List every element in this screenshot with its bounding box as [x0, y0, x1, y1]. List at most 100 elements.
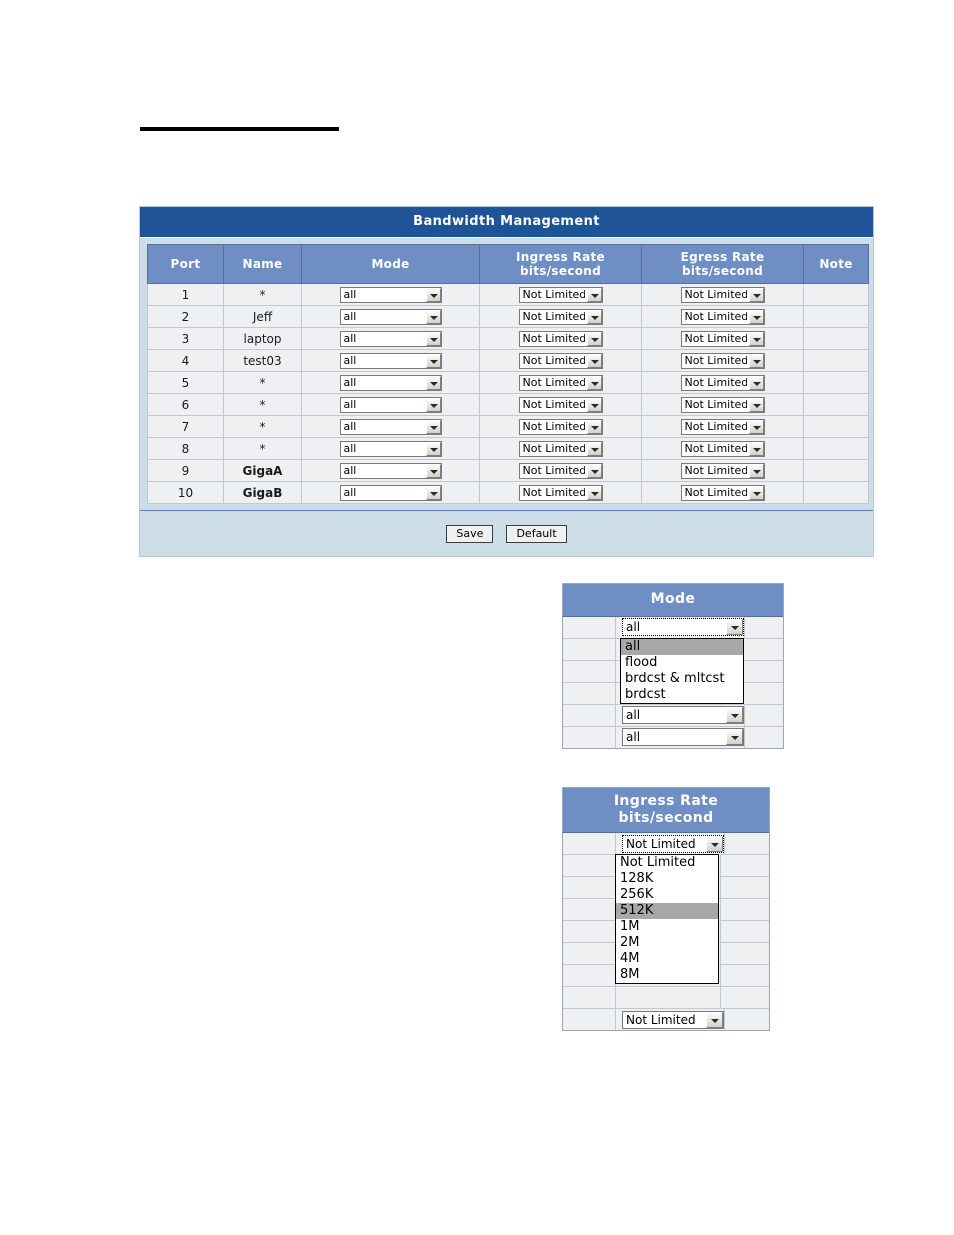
chevron-down-icon[interactable] [586, 463, 602, 478]
chevron-down-icon[interactable] [748, 309, 764, 324]
chevron-down-icon[interactable] [425, 463, 441, 478]
default-button[interactable]: Default [506, 525, 567, 544]
chevron-down-icon[interactable] [748, 287, 764, 302]
chevron-down-icon[interactable] [586, 331, 602, 346]
mode-option-list[interactable]: all flood brdcst & mltcst brdcst [620, 637, 744, 704]
mode-select-row-8[interactable]: all [339, 440, 442, 457]
ingress-select-row-6[interactable]: Not Limited [518, 396, 603, 413]
mode-select-row-3[interactable]: all [339, 330, 442, 347]
chevron-down-icon[interactable] [586, 353, 602, 368]
ingress-select-trailing[interactable]: Not Limited [622, 1010, 724, 1029]
chevron-down-icon[interactable] [425, 397, 441, 412]
chevron-down-icon[interactable] [425, 331, 441, 346]
chevron-down-icon[interactable] [425, 419, 441, 434]
chevron-down-icon[interactable] [748, 441, 764, 456]
chevron-down-icon[interactable] [748, 463, 764, 478]
option-item[interactable]: 512K [616, 903, 718, 920]
chevron-down-icon[interactable] [586, 309, 602, 324]
mode-callout-rows: all all all all flood brdcst & mltcst br… [563, 616, 783, 748]
option-item[interactable]: flood [621, 655, 743, 671]
chevron-down-icon[interactable] [726, 729, 743, 746]
chevron-down-icon[interactable] [706, 1011, 723, 1028]
mode-select-row-7[interactable]: all [339, 418, 442, 435]
chevron-down-icon[interactable] [586, 419, 602, 434]
egress-select-row-3[interactable]: Not Limited [680, 330, 765, 347]
chevron-down-icon[interactable] [748, 419, 764, 434]
egress-select-row-3-value: Not Limited [684, 331, 747, 345]
table-row: 1 * all Not Limited Not Limited [147, 283, 869, 307]
option-item[interactable]: brdcst [621, 687, 743, 703]
egress-select-row-2[interactable]: Not Limited [680, 308, 765, 325]
chevron-down-icon[interactable] [586, 287, 602, 302]
mode-select-row-9[interactable]: all [339, 462, 442, 479]
save-button[interactable]: Save [446, 525, 494, 544]
chevron-down-icon[interactable] [726, 707, 743, 724]
chevron-down-icon[interactable] [748, 485, 764, 500]
cell-note [803, 459, 869, 483]
mode-select-row-5[interactable]: all [339, 374, 442, 391]
egress-select-row-6[interactable]: Not Limited [680, 396, 765, 413]
cell-port: 7 [147, 415, 224, 439]
ingress-select-row-8[interactable]: Not Limited [518, 440, 603, 457]
chevron-down-icon[interactable] [586, 375, 602, 390]
ingress-select-row-2[interactable]: Not Limited [518, 308, 603, 325]
ingress-select-row-10[interactable]: Not Limited [518, 484, 603, 501]
chevron-down-icon[interactable] [425, 485, 441, 500]
cell-name: GigaB [223, 481, 302, 505]
chevron-down-icon[interactable] [726, 619, 743, 636]
chevron-down-icon[interactable] [425, 309, 441, 324]
mode-select-row-4[interactable]: all [339, 352, 442, 369]
ingress-option-list[interactable]: Not Limited 128K 256K 512K 1M 2M 4M 8M [615, 854, 719, 985]
option-item[interactable]: Not Limited [616, 855, 718, 871]
mode-select-row-1[interactable]: all [339, 286, 442, 303]
option-item[interactable]: 4M [616, 951, 718, 967]
ingress-select-open[interactable]: Not Limited [622, 834, 724, 853]
option-item[interactable]: 2M [616, 935, 718, 951]
egress-select-row-8[interactable]: Not Limited [680, 440, 765, 457]
option-item[interactable]: brdcst & mltcst [621, 671, 743, 687]
column-header-mode: Mode [301, 243, 480, 285]
chevron-down-icon[interactable] [748, 353, 764, 368]
chevron-down-icon[interactable] [586, 485, 602, 500]
cell-mode: all [301, 437, 480, 461]
ingress-select-row-9[interactable]: Not Limited [518, 462, 603, 479]
mode-select-trailing[interactable]: all [622, 728, 744, 747]
egress-select-row-9[interactable]: Not Limited [680, 462, 765, 479]
egress-select-row-4[interactable]: Not Limited [680, 352, 765, 369]
ingress-select-row-7[interactable]: Not Limited [518, 418, 603, 435]
egress-select-row-5[interactable]: Not Limited [680, 374, 765, 391]
mode-select-open[interactable]: all [622, 618, 744, 637]
option-item[interactable]: 8M [616, 967, 718, 983]
table-row: 2 Jeff all Not Limited Not Limited [147, 305, 869, 329]
egress-select-row-10[interactable]: Not Limited [680, 484, 765, 501]
egress-select-row-7[interactable]: Not Limited [680, 418, 765, 435]
mode-select-row-6[interactable]: all [339, 396, 442, 413]
ingress-select-row-7-value: Not Limited [522, 419, 585, 433]
table-row: 9 GigaA all Not Limited Not Limited [147, 459, 869, 483]
chevron-down-icon[interactable] [425, 375, 441, 390]
chevron-down-icon[interactable] [425, 441, 441, 456]
chevron-down-icon[interactable] [748, 375, 764, 390]
option-item[interactable]: 128K [616, 871, 718, 887]
mode-select-row-2[interactable]: all [339, 308, 442, 325]
chevron-down-icon[interactable] [748, 331, 764, 346]
table-row: 5 * all Not Limited Not Limited [147, 371, 869, 395]
chevron-down-icon[interactable] [425, 287, 441, 302]
chevron-down-icon[interactable] [586, 441, 602, 456]
ingress-select-row-5[interactable]: Not Limited [518, 374, 603, 391]
cell-egress-rate: Not Limited [641, 393, 804, 417]
ingress-select-row-4[interactable]: Not Limited [518, 352, 603, 369]
chevron-down-icon[interactable] [425, 353, 441, 368]
egress-select-row-1[interactable]: Not Limited [680, 286, 765, 303]
column-header-ingress-rate: Ingress Rate bits/second [479, 243, 642, 285]
chevron-down-icon[interactable] [586, 397, 602, 412]
chevron-down-icon[interactable] [706, 835, 723, 852]
mode-select-row-10[interactable]: all [339, 484, 442, 501]
option-item[interactable]: 256K [616, 887, 718, 903]
mode-select-occluded[interactable]: all [622, 706, 744, 725]
ingress-select-row-1[interactable]: Not Limited [518, 286, 603, 303]
option-item[interactable]: all [621, 638, 743, 655]
ingress-select-row-3[interactable]: Not Limited [518, 330, 603, 347]
chevron-down-icon[interactable] [748, 397, 764, 412]
option-item[interactable]: 1M [616, 919, 718, 935]
